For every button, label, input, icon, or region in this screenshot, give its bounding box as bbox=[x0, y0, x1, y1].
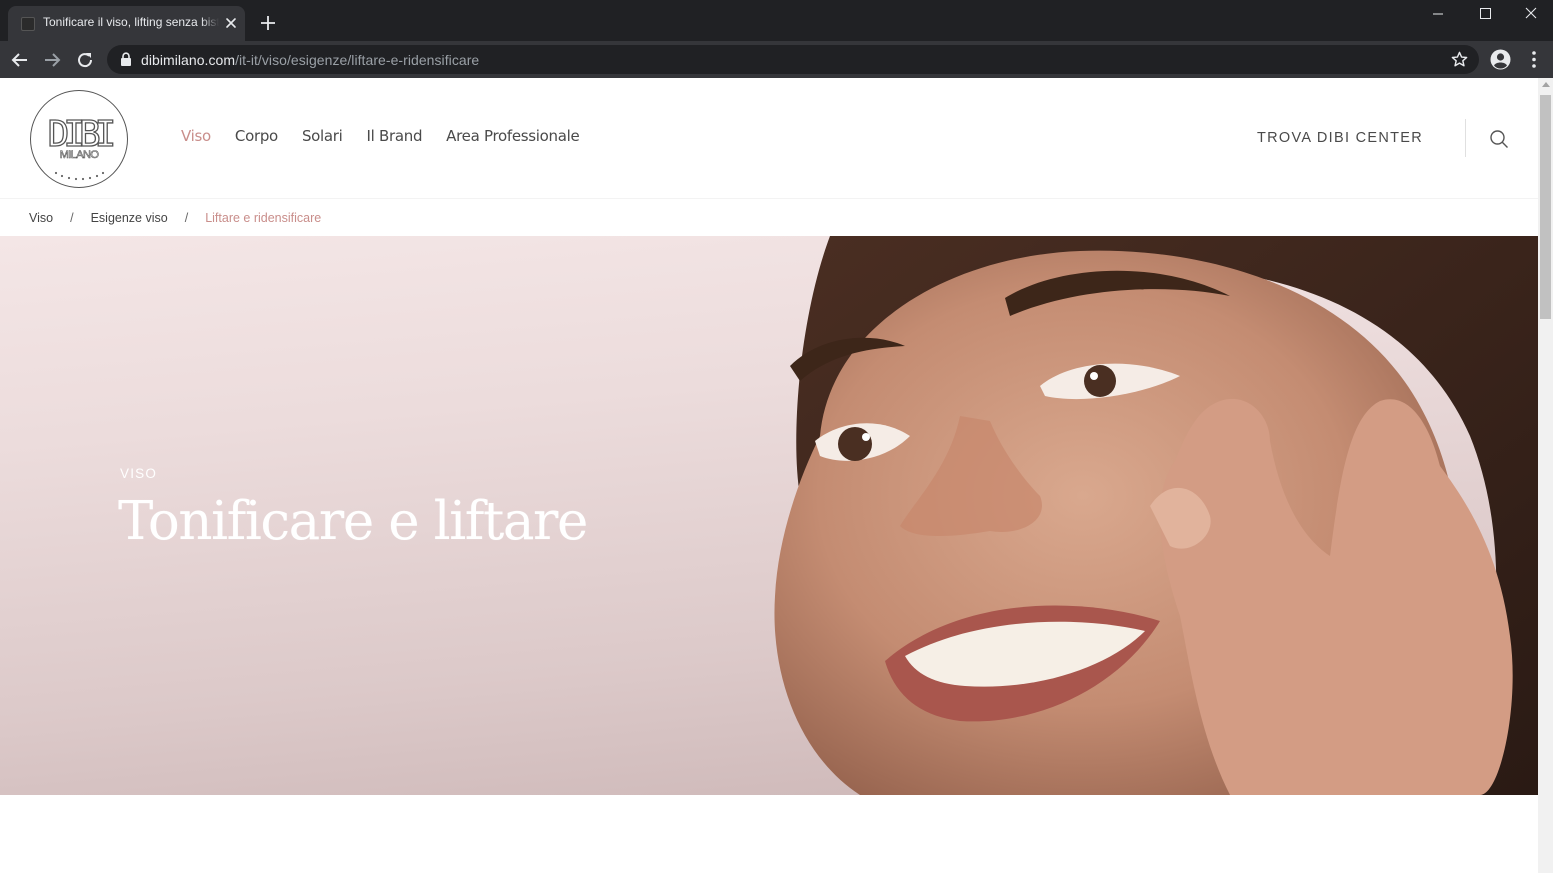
browser-tab[interactable]: Tonificare il viso, lifting senza bistur… bbox=[8, 6, 245, 41]
breadcrumb-separator: / bbox=[184, 211, 189, 225]
logo-subtext: MILANO bbox=[60, 149, 100, 161]
site-favicon-icon bbox=[21, 17, 35, 31]
web-page: DIBI MILANO Viso Corpo Solari Il Brand A… bbox=[0, 78, 1538, 873]
maximize-window-icon[interactable] bbox=[1462, 0, 1508, 30]
breadcrumb-bar: Viso / Esigenze viso / Liftare e ridensi… bbox=[0, 198, 1538, 236]
hero-overline: VISO bbox=[120, 466, 158, 481]
header-divider bbox=[1465, 119, 1466, 157]
hero-title: Tonificare e liftare bbox=[118, 491, 588, 552]
hero-banner: VISO Tonificare e liftare bbox=[0, 236, 1538, 795]
search-icon[interactable] bbox=[1489, 129, 1509, 149]
address-bar[interactable]: dibimilano.com/it-it/viso/esigenze/lifta… bbox=[107, 45, 1479, 74]
nav-item-corpo[interactable]: Corpo bbox=[235, 127, 278, 145]
scroll-up-arrow-icon[interactable] bbox=[1542, 82, 1550, 87]
back-arrow-icon[interactable] bbox=[9, 49, 31, 71]
bookmark-star-icon[interactable] bbox=[1450, 50, 1469, 69]
minimize-window-icon[interactable] bbox=[1415, 0, 1461, 30]
reload-icon[interactable] bbox=[74, 49, 96, 71]
breadcrumb-item-viso[interactable]: Viso bbox=[29, 211, 53, 225]
page-scrollbar[interactable] bbox=[1538, 78, 1553, 873]
main-navigation: Viso Corpo Solari Il Brand Area Professi… bbox=[181, 127, 580, 145]
browser-toolbar: dibimilano.com/it-it/viso/esigenze/lifta… bbox=[0, 41, 1553, 78]
tab-title: Tonificare il viso, lifting senza bistur… bbox=[43, 15, 219, 29]
url-text: dibimilano.com/it-it/viso/esigenze/lifta… bbox=[141, 52, 479, 68]
site-header: DIBI MILANO Viso Corpo Solari Il Brand A… bbox=[0, 78, 1538, 198]
profile-avatar-icon[interactable] bbox=[1490, 49, 1511, 70]
browser-tab-strip: Tonificare il viso, lifting senza bistur… bbox=[0, 0, 1553, 41]
breadcrumb: Viso / Esigenze viso / Liftare e ridensi… bbox=[29, 211, 321, 225]
lock-icon[interactable] bbox=[119, 52, 133, 67]
dibi-milano-logo[interactable]: DIBI MILANO bbox=[29, 89, 129, 189]
browser-menu-icon[interactable] bbox=[1524, 49, 1544, 70]
nav-item-area-professionale[interactable]: Area Professionale bbox=[446, 127, 580, 145]
nav-item-il-brand[interactable]: Il Brand bbox=[367, 127, 423, 145]
scrollbar-thumb[interactable] bbox=[1540, 95, 1551, 319]
nav-item-solari[interactable]: Solari bbox=[302, 127, 343, 145]
new-tab-icon[interactable] bbox=[259, 14, 277, 32]
breadcrumb-current: Liftare e ridensificare bbox=[205, 211, 322, 225]
url-path: /it-it/viso/esigenze/liftare-e-ridensifi… bbox=[235, 52, 480, 68]
breadcrumb-item-esigenze-viso[interactable]: Esigenze viso bbox=[91, 211, 168, 225]
forward-arrow-icon[interactable] bbox=[41, 49, 63, 71]
close-tab-icon[interactable] bbox=[223, 15, 239, 31]
close-window-icon[interactable] bbox=[1508, 0, 1553, 30]
nav-item-viso[interactable]: Viso bbox=[181, 127, 211, 145]
find-dibi-center-link[interactable]: TROVA DIBI CENTER bbox=[1257, 130, 1423, 146]
breadcrumb-separator: / bbox=[70, 211, 74, 225]
url-domain: dibimilano.com bbox=[141, 52, 236, 68]
